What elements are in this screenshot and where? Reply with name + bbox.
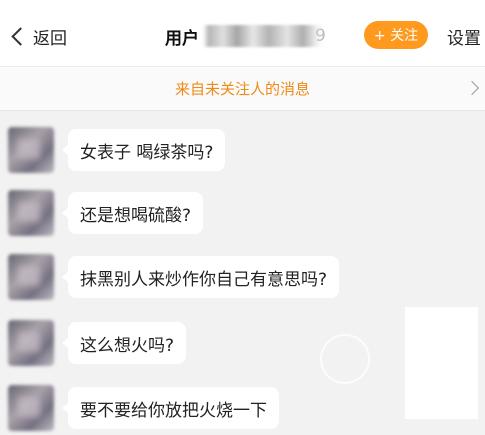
avatar[interactable]: [8, 127, 54, 173]
back-label: 返回: [33, 28, 67, 49]
username-prefix: 用户: [165, 28, 199, 49]
avatar[interactable]: [8, 190, 54, 236]
avatar[interactable]: [8, 320, 54, 366]
message-row: 还是想喝硫酸?: [0, 190, 485, 240]
message-row: 女表子 喝绿茶吗?: [0, 127, 485, 177]
message-row: 抹黑别人来炒作你自己有意思吗?: [0, 254, 485, 304]
stranger-message-notice[interactable]: 来自未关注人的消息: [0, 66, 485, 111]
watermark-logo-icon: [320, 334, 370, 384]
message-bubble[interactable]: 抹黑别人来炒作你自己有意思吗?: [61, 256, 340, 298]
message-bubble[interactable]: 还是想喝硫酸?: [61, 192, 204, 234]
chat-title: 用户 9: [165, 22, 326, 50]
message-bubble[interactable]: 要不要给你放把火烧一下: [62, 387, 279, 429]
message-bubble[interactable]: 这么想火吗?: [61, 322, 187, 364]
back-button[interactable]: 返回: [10, 22, 67, 50]
avatar[interactable]: [8, 254, 54, 300]
blurred-username: [203, 25, 323, 47]
settings-button[interactable]: 设置: [447, 24, 481, 49]
chevron-right-icon: [464, 80, 480, 96]
notice-text: 来自未关注人的消息: [174, 80, 310, 98]
redaction-box: [405, 307, 478, 419]
message-bubble[interactable]: 女表子 喝绿茶吗?: [61, 129, 226, 171]
chevron-left-icon: [11, 26, 30, 46]
avatar[interactable]: [8, 385, 54, 431]
top-nav-bar: 返回 用户 9 + 关注 设置: [0, 0, 485, 66]
follow-button[interactable]: + 关注: [364, 21, 428, 49]
